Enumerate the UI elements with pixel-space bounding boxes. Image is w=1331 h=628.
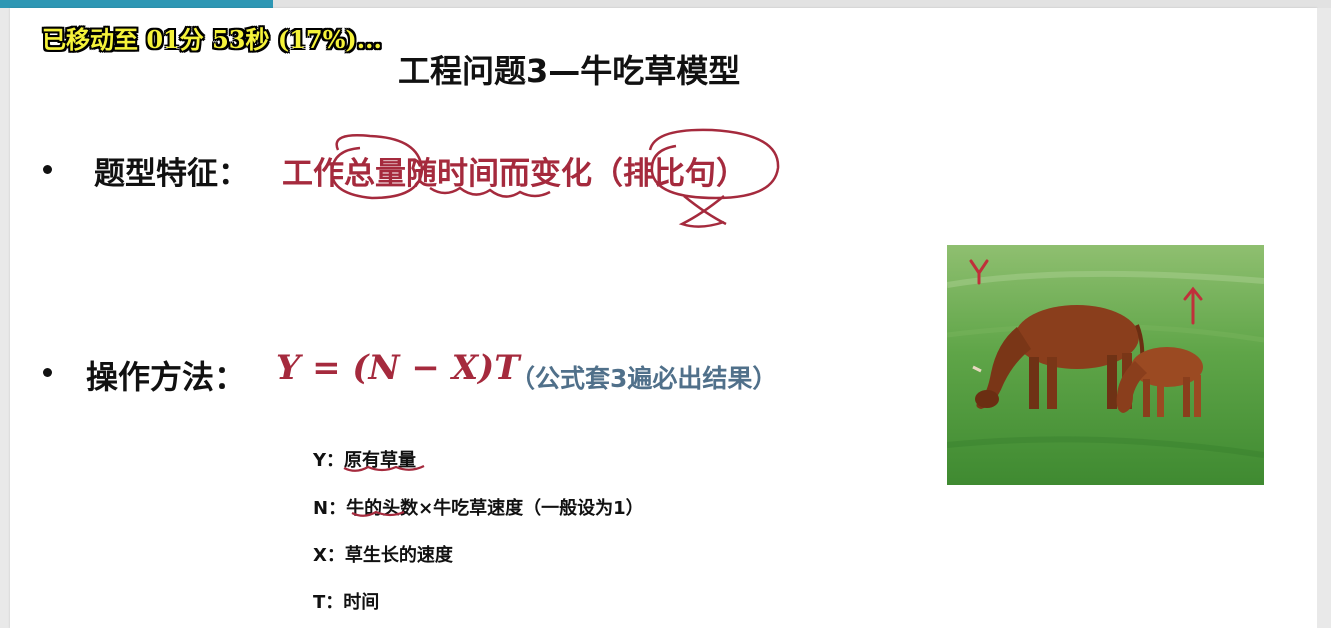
video-progress-fill (0, 0, 273, 8)
method-formula: Y = (N − X)T (276, 348, 520, 388)
bullet-dot (43, 368, 52, 377)
cow-grazing-photo (947, 245, 1264, 485)
definition-y: Y：原有草量 (313, 450, 417, 471)
right-gutter (1317, 8, 1331, 628)
definition-x: X：草生长的速度 (313, 545, 453, 566)
cow-photo-icon (947, 245, 1264, 485)
slide-title: 工程问题3—牛吃草模型 (398, 52, 741, 90)
method-note: （公式套3遍必出结果） (510, 364, 778, 393)
definition-n: N：牛的头数×牛吃草速度（一般设为1） (313, 498, 644, 519)
video-progress-track[interactable] (0, 0, 1331, 8)
seek-overlay-text: 已移动至 01分 53秒 (17%)... (42, 25, 382, 54)
feature-text: 工作总量随时间而变化（排比句） (282, 156, 747, 192)
bullet-dot (43, 165, 52, 174)
definition-t: T：时间 (313, 592, 380, 613)
method-label: 操作方法： (86, 358, 247, 396)
feature-label: 题型特征： (94, 156, 249, 192)
